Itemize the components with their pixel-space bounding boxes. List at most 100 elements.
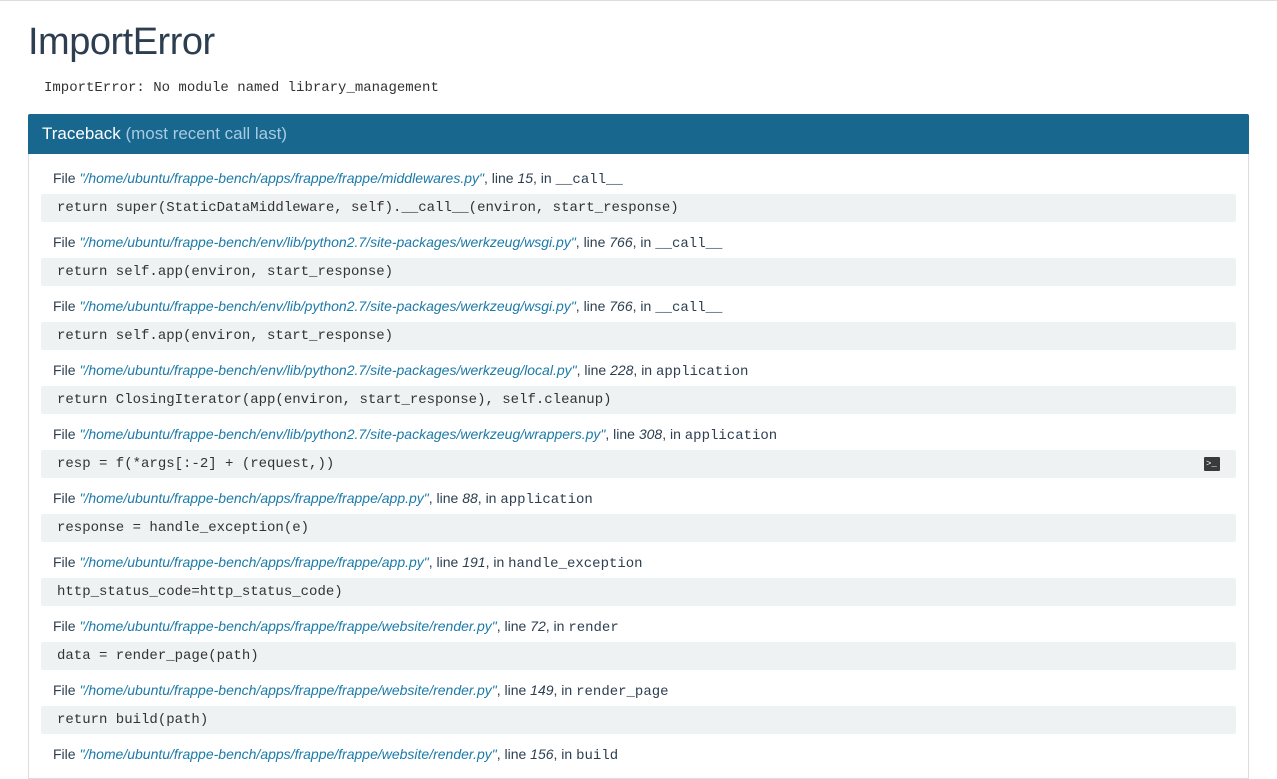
file-path-link[interactable]: "/home/ubuntu/frappe-bench/env/lib/pytho…	[79, 426, 605, 442]
error-message: ImportError: No module named library_man…	[28, 80, 1249, 114]
code-text: resp = f(*args[:-2] + (request,))	[57, 456, 334, 472]
frame-meta: File "/home/ubuntu/frappe-bench/env/lib/…	[41, 294, 1236, 322]
function-name: __call__	[655, 300, 722, 316]
traceback-frame: File "/home/ubuntu/frappe-bench/env/lib/…	[41, 294, 1236, 350]
line-label: , line	[605, 426, 638, 442]
function-name: application	[656, 364, 748, 380]
frame-meta: File "/home/ubuntu/frappe-bench/apps/fra…	[41, 166, 1236, 194]
line-label: , line	[484, 170, 517, 186]
function-name: build	[576, 748, 618, 764]
in-label: , in	[478, 490, 501, 506]
traceback-frame: File "/home/ubuntu/frappe-bench/apps/fra…	[41, 614, 1236, 670]
line-number: 228	[610, 362, 633, 378]
code-text: http_status_code=http_status_code)	[57, 584, 343, 600]
frame-meta: File "/home/ubuntu/frappe-bench/env/lib/…	[41, 358, 1236, 386]
in-label: , in	[633, 298, 656, 314]
line-number: 766	[609, 234, 632, 250]
file-label: File	[53, 234, 79, 250]
code-line[interactable]: return self.app(environ, start_response)	[41, 258, 1236, 286]
frame-meta: File "/home/ubuntu/frappe-bench/apps/fra…	[41, 486, 1236, 514]
code-text: return super(StaticDataMiddleware, self)…	[57, 200, 679, 216]
frame-meta: File "/home/ubuntu/frappe-bench/apps/fra…	[41, 614, 1236, 642]
code-text: return self.app(environ, start_response)	[57, 264, 393, 280]
line-number: 191	[462, 554, 485, 570]
file-path-link[interactable]: "/home/ubuntu/frappe-bench/apps/frappe/f…	[79, 746, 496, 762]
line-number: 88	[462, 490, 478, 506]
in-label: , in	[533, 170, 556, 186]
frame-meta: File "/home/ubuntu/frappe-bench/apps/fra…	[41, 550, 1236, 578]
code-line[interactable]: response = handle_exception(e)	[41, 514, 1236, 542]
line-label: , line	[497, 746, 530, 762]
file-path-link[interactable]: "/home/ubuntu/frappe-bench/env/lib/pytho…	[79, 362, 576, 378]
code-line[interactable]: data = render_page(path)	[41, 642, 1236, 670]
file-label: File	[53, 298, 79, 314]
file-path-link[interactable]: "/home/ubuntu/frappe-bench/apps/frappe/f…	[79, 554, 428, 570]
line-label: , line	[497, 618, 530, 634]
code-line[interactable]: return ClosingIterator(app(environ, star…	[41, 386, 1236, 414]
line-label: , line	[576, 298, 609, 314]
frame-meta: File "/home/ubuntu/frappe-bench/env/lib/…	[41, 422, 1236, 450]
file-path-link[interactable]: "/home/ubuntu/frappe-bench/env/lib/pytho…	[79, 234, 575, 250]
in-label: , in	[633, 234, 656, 250]
file-label: File	[53, 554, 79, 570]
code-text: return build(path)	[57, 712, 208, 728]
file-label: File	[53, 618, 79, 634]
line-number: 72	[530, 618, 546, 634]
traceback-frame: File "/home/ubuntu/frappe-bench/apps/fra…	[41, 742, 1236, 770]
file-path-link[interactable]: "/home/ubuntu/frappe-bench/apps/frappe/f…	[79, 490, 428, 506]
code-line[interactable]: return build(path)	[41, 706, 1236, 734]
line-number: 15	[517, 170, 533, 186]
traceback-frame: File "/home/ubuntu/frappe-bench/apps/fra…	[41, 486, 1236, 542]
code-line[interactable]: http_status_code=http_status_code)	[41, 578, 1236, 606]
page-title: ImportError	[28, 21, 1249, 64]
code-text: return self.app(environ, start_response)	[57, 328, 393, 344]
line-number: 149	[530, 682, 553, 698]
line-number: 766	[609, 298, 632, 314]
line-label: , line	[577, 362, 610, 378]
code-line[interactable]: return self.app(environ, start_response)	[41, 322, 1236, 350]
file-label: File	[53, 746, 79, 762]
file-path-link[interactable]: "/home/ubuntu/frappe-bench/apps/frappe/f…	[79, 618, 496, 634]
function-name: render	[568, 620, 618, 636]
function-name: application	[685, 428, 777, 444]
in-label: , in	[554, 746, 577, 762]
line-label: , line	[429, 490, 462, 506]
traceback-frame: File "/home/ubuntu/frappe-bench/apps/fra…	[41, 550, 1236, 606]
traceback-frame: File "/home/ubuntu/frappe-bench/env/lib/…	[41, 358, 1236, 414]
console-icon[interactable]: >_	[1204, 457, 1220, 471]
line-label: , line	[576, 234, 609, 250]
traceback-label: Traceback	[42, 124, 121, 143]
in-label: , in	[546, 618, 569, 634]
traceback-header: Traceback (most recent call last)	[28, 114, 1249, 154]
traceback-frame: File "/home/ubuntu/frappe-bench/env/lib/…	[41, 422, 1236, 478]
in-label: , in	[662, 426, 685, 442]
code-line[interactable]: resp = f(*args[:-2] + (request,)) >_	[41, 450, 1236, 478]
code-text: response = handle_exception(e)	[57, 520, 309, 536]
file-path-link[interactable]: "/home/ubuntu/frappe-bench/apps/frappe/f…	[79, 170, 484, 186]
function-name: __call__	[655, 236, 722, 252]
code-line[interactable]: return super(StaticDataMiddleware, self)…	[41, 194, 1236, 222]
traceback-frame: File "/home/ubuntu/frappe-bench/env/lib/…	[41, 230, 1236, 286]
file-label: File	[53, 490, 79, 506]
line-number: 156	[530, 746, 553, 762]
line-label: , line	[497, 682, 530, 698]
function-name: handle_exception	[508, 556, 642, 572]
frame-meta: File "/home/ubuntu/frappe-bench/apps/fra…	[41, 678, 1236, 706]
in-label: , in	[633, 362, 656, 378]
traceback-frames: File "/home/ubuntu/frappe-bench/apps/fra…	[28, 154, 1249, 779]
file-path-link[interactable]: "/home/ubuntu/frappe-bench/apps/frappe/f…	[79, 682, 496, 698]
traceback-frame: File "/home/ubuntu/frappe-bench/apps/fra…	[41, 166, 1236, 222]
function-name: application	[500, 492, 592, 508]
line-label: , line	[429, 554, 462, 570]
frame-meta: File "/home/ubuntu/frappe-bench/apps/fra…	[41, 742, 1236, 770]
file-label: File	[53, 170, 79, 186]
traceback-frame: File "/home/ubuntu/frappe-bench/apps/fra…	[41, 678, 1236, 734]
file-path-link[interactable]: "/home/ubuntu/frappe-bench/env/lib/pytho…	[79, 298, 575, 314]
in-label: , in	[486, 554, 509, 570]
file-label: File	[53, 426, 79, 442]
function-name: __call__	[556, 172, 623, 188]
file-label: File	[53, 682, 79, 698]
line-number: 308	[639, 426, 662, 442]
in-label: , in	[554, 682, 577, 698]
code-text: data = render_page(path)	[57, 648, 259, 664]
